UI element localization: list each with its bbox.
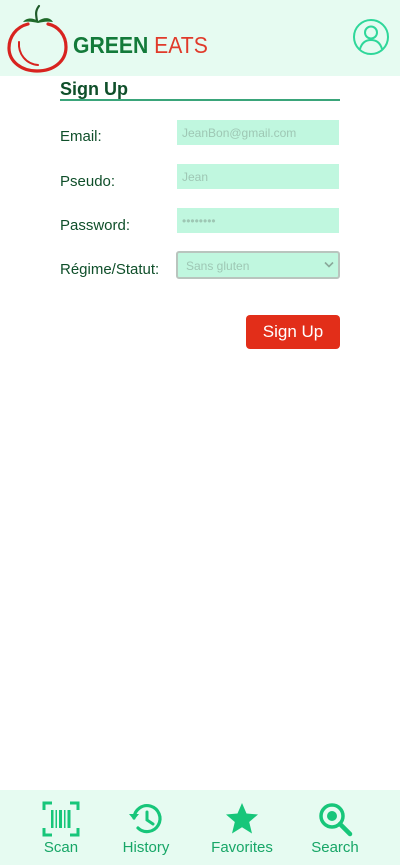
nav-item-history[interactable]: History: [116, 790, 176, 865]
chevron-down-icon: [324, 261, 334, 268]
app-header: GREEN EATS: [0, 0, 400, 76]
star-icon: [226, 803, 258, 834]
nav-item-scan[interactable]: Scan: [30, 790, 92, 865]
pseudo-label: Pseudo:: [60, 173, 116, 190]
history-icon: [129, 804, 162, 834]
nav-label-search: Search: [311, 839, 359, 856]
tomato-logo-icon[interactable]: [6, 4, 70, 74]
form-title: Sign Up: [60, 79, 128, 99]
search-icon: [319, 803, 353, 837]
regime-label: Régime/Statut:: [60, 261, 160, 278]
nav-item-favorites[interactable]: Favorites: [206, 790, 278, 865]
nav-item-search[interactable]: Search: [305, 790, 365, 865]
brand-name-eats: EATS: [154, 32, 208, 58]
sign-up-button[interactable]: Sign Up: [246, 315, 340, 349]
email-label: Email:: [60, 128, 102, 145]
nav-label-favorites: Favorites: [211, 839, 273, 856]
regime-selected-value: Sans gluten: [186, 259, 250, 273]
email-field[interactable]: [177, 120, 339, 145]
nav-label-history: History: [122, 839, 170, 856]
regime-select[interactable]: Sans gluten: [176, 251, 340, 279]
password-field[interactable]: [177, 208, 339, 233]
bottom-nav: Scan History Favorites Search: [0, 790, 400, 865]
barcode-scan-icon: [42, 801, 80, 837]
nav-label-scan: Scan: [43, 839, 79, 856]
password-label: Password:: [60, 217, 131, 234]
brand-name-green: GREEN: [73, 32, 149, 58]
user-circle-icon[interactable]: [352, 18, 390, 56]
app-root: GREEN EATS Sign Up Email: Pseudo: Passwo…: [0, 0, 400, 865]
title-divider: [60, 99, 340, 101]
pseudo-field[interactable]: [177, 164, 339, 189]
brand-name: GREEN EATS: [73, 31, 208, 59]
